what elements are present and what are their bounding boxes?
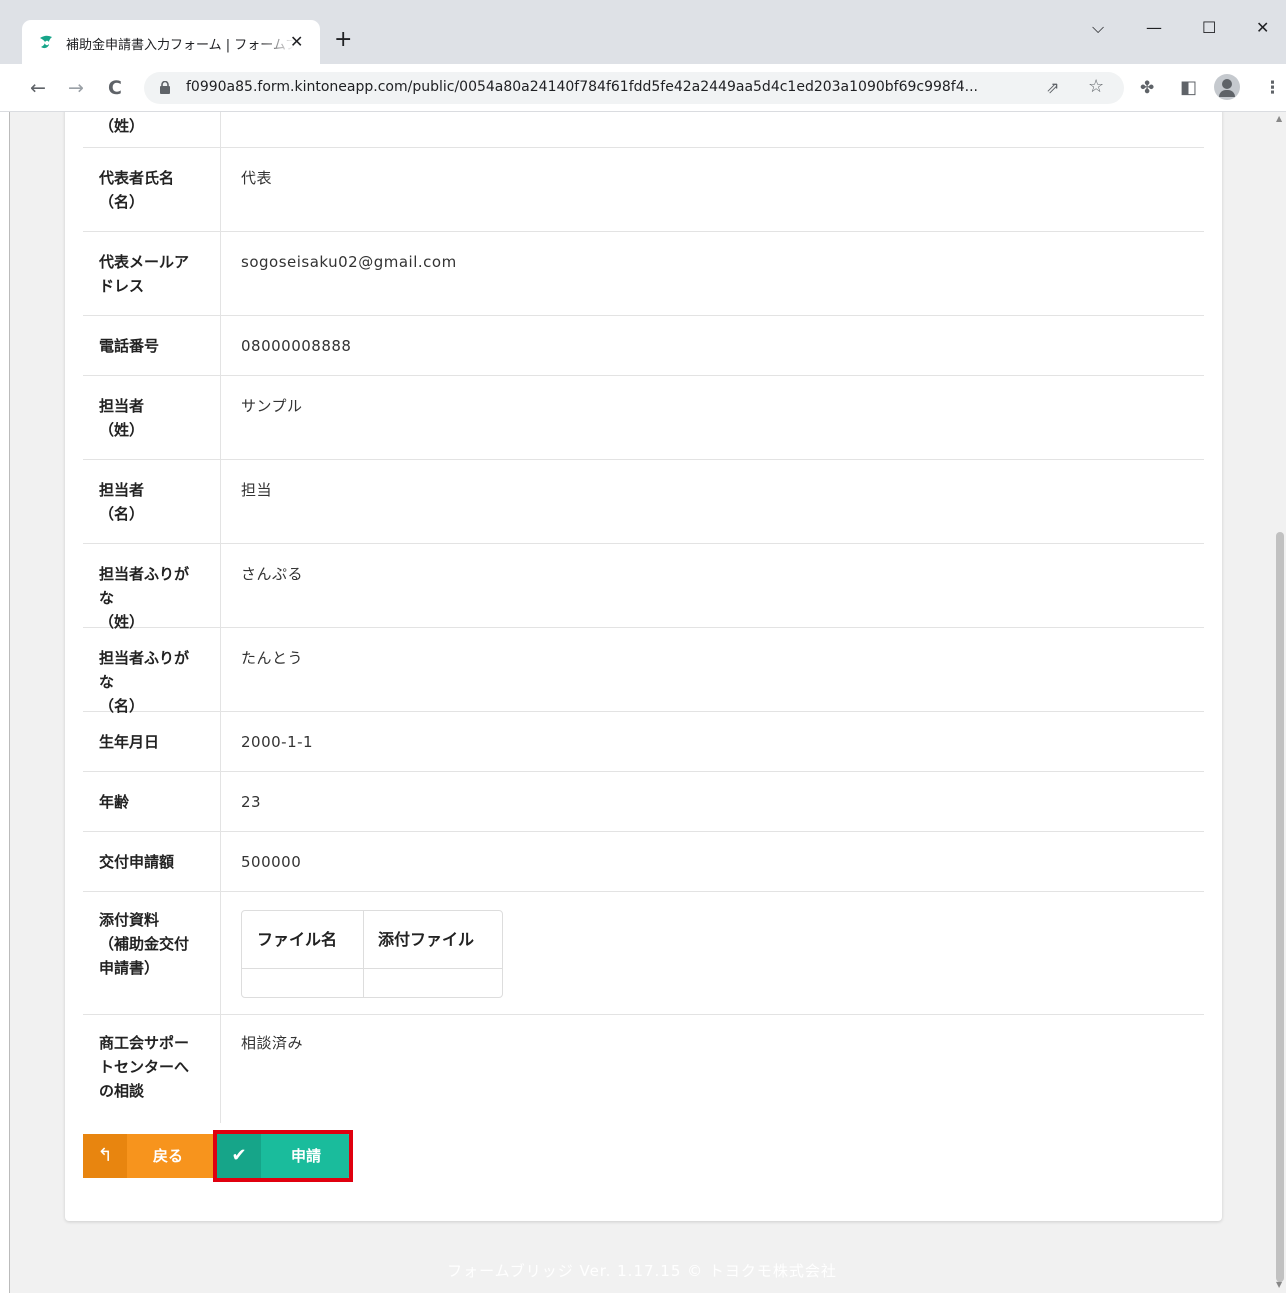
side-panel-icon[interactable]: ◧: [1180, 78, 1197, 98]
undo-arrow-icon: ↰: [83, 1134, 127, 1178]
menu-kebab-icon[interactable]: ⋮: [1264, 78, 1281, 98]
field-label: 年齢: [83, 772, 221, 831]
extensions-puzzle-icon[interactable]: ✤: [1140, 78, 1154, 98]
column-header-attached-file: 添付ファイル: [363, 911, 502, 969]
scroll-down-icon[interactable]: ▼: [1276, 1280, 1282, 1289]
form-row: 商工会サポー トセンターへ の相談 相談済み: [83, 1015, 1204, 1123]
field-label: 交付申請額: [83, 832, 221, 891]
column-divider: [363, 911, 364, 997]
scrollbar-thumb[interactable]: [1276, 532, 1284, 1282]
lock-icon: [160, 81, 170, 94]
field-label: 生年月日: [83, 712, 221, 771]
field-value: サンプル: [241, 397, 303, 415]
field-label: 代表メールア ドレス: [83, 232, 221, 315]
form-row: 代表者氏名 （名） 代表: [83, 148, 1204, 232]
field-value: 2000-1-1: [241, 733, 314, 751]
new-tab-icon[interactable]: +: [334, 28, 352, 52]
address-bar[interactable]: f0990a85.form.kintoneapp.com/public/0054…: [144, 72, 1124, 104]
form-row: 電話番号 08000008888: [83, 316, 1204, 376]
field-value: sogoseisaku02@gmail.com: [241, 253, 457, 271]
form-row: 担当者 （姓） サンプル: [83, 376, 1204, 460]
form-row: 担当者 （名） 担当: [83, 460, 1204, 544]
field-value: たんとう: [241, 649, 304, 667]
form-row: 担当者ふりがな（姓） さんぷる: [83, 544, 1204, 631]
form-card: （姓） 代表者氏名 （名） 代表 代表メールア ドレス sogoseisaku02@…: [65, 112, 1222, 1221]
tab-title: 補助金申請書入力フォーム | フォームブリッジ: [66, 38, 294, 53]
forward-arrow-icon[interactable]: →: [68, 76, 84, 100]
bookmark-star-icon[interactable]: ☆: [1088, 76, 1104, 97]
field-value: 08000008888: [241, 337, 352, 355]
field-label: 担当者ふりがな（名）: [83, 628, 221, 715]
form-row-partial: （姓）: [83, 112, 1204, 148]
field-label: 担当者 （姓）: [83, 376, 221, 459]
back-button[interactable]: ↰ 戻る: [83, 1134, 213, 1178]
form-row: 生年月日 2000-1-1: [83, 712, 1204, 772]
field-label: 担当者 （名）: [83, 460, 221, 543]
field-value: さんぷる: [241, 565, 304, 583]
field-value: 担当: [241, 481, 273, 499]
profile-avatar-icon[interactable]: [1214, 74, 1240, 100]
form-row: 交付申請額 500000: [83, 832, 1204, 892]
form-bridge-favicon-icon: [40, 35, 52, 49]
back-button-label: 戻る: [153, 1147, 184, 1165]
maximize-icon[interactable]: ☐: [1202, 18, 1216, 38]
column-header-file-name: ファイル名: [242, 911, 363, 969]
tab-close-icon[interactable]: ✕: [290, 32, 303, 52]
footer-credit: フォームブリッジ Ver. 1.17.15 © トヨクモ株式会社: [447, 1262, 837, 1280]
page-viewport: （姓） 代表者氏名 （名） 代表 代表メールア ドレス sogoseisaku02@…: [10, 112, 1274, 1293]
form-row: 代表メールア ドレス sogoseisaku02@gmail.com: [83, 232, 1204, 316]
tab-search-icon[interactable]: ⌵: [1092, 18, 1104, 38]
highlight-box: [213, 1130, 353, 1182]
minimize-icon[interactable]: —: [1146, 18, 1162, 38]
vertical-scrollbar[interactable]: ▲ ▼: [1274, 112, 1286, 1293]
attachment-subtable: ファイル名 添付ファイル: [241, 910, 503, 998]
reload-icon[interactable]: C: [108, 76, 122, 100]
field-value: 500000: [241, 853, 302, 871]
form-row-attachment: 添付資料 （補助金交付 申請書） ファイル名 添付ファイル: [83, 892, 1204, 1015]
browser-tab-bar: 補助金申請書入力フォーム | フォームブリッジ ✕ + ⌵ — ☐ ✕: [0, 0, 1286, 64]
browser-toolbar: ← → C f0990a85.form.kintoneapp.com/publi…: [0, 64, 1286, 112]
form-row: 担当者ふりがな（名） たんとう: [83, 628, 1204, 715]
form-row: 年齢 23: [83, 772, 1204, 832]
share-icon[interactable]: ⇗: [1046, 78, 1059, 97]
scroll-up-icon[interactable]: ▲: [1276, 114, 1282, 123]
back-arrow-icon[interactable]: ←: [30, 76, 46, 100]
field-value: 相談済み: [241, 1034, 304, 1052]
field-value: 代表: [241, 169, 273, 187]
field-label: （姓）: [83, 112, 221, 147]
field-label: 添付資料 （補助金交付 申請書）: [83, 892, 221, 1014]
browser-tab[interactable]: 補助金申請書入力フォーム | フォームブリッジ ✕: [22, 20, 320, 64]
close-window-icon[interactable]: ✕: [1256, 18, 1269, 38]
field-label: 電話番号: [83, 316, 221, 375]
field-label: 担当者ふりがな（姓）: [83, 544, 221, 631]
field-value: 23: [241, 793, 262, 811]
field-label: 代表者氏名 （名）: [83, 148, 221, 231]
field-label: 商工会サポー トセンターへ の相談: [83, 1015, 221, 1123]
table-cell: [363, 969, 502, 997]
url-text[interactable]: f0990a85.form.kintoneapp.com/public/0054…: [186, 79, 1056, 95]
page-left-edge: [0, 112, 10, 1293]
table-cell: [242, 969, 363, 997]
